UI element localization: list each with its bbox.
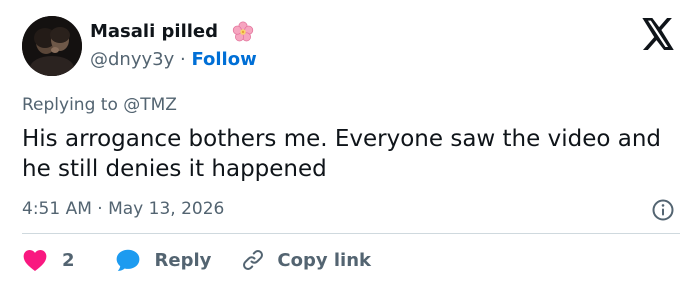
tweet-timestamp[interactable]: 4:51 AM · May 13, 2026 [22, 197, 224, 221]
action-bar: 2 Reply Copy link [22, 246, 371, 274]
like-button[interactable]: 2 [22, 248, 75, 272]
heart-icon [23, 250, 47, 272]
reply-button[interactable]: Reply [115, 248, 212, 272]
tweet-card: Masali pilled @dnyy3y · Follow Replying … [0, 0, 700, 287]
avatar[interactable] [22, 16, 82, 76]
link-icon [243, 250, 264, 270]
follow-button[interactable]: Follow [191, 49, 256, 70]
copy-link-button[interactable]: Copy link [241, 248, 371, 272]
like-count: 2 [62, 249, 75, 271]
cherry-blossom-icon [232, 21, 254, 42]
reply-context: Replying to @TMZ [22, 93, 177, 117]
x-logo-icon[interactable] [640, 18, 676, 50]
divider [22, 233, 680, 234]
avatar-photo [22, 16, 82, 76]
speech-bubble-icon [116, 249, 139, 271]
reply-label: Reply [154, 249, 212, 271]
reply-context-prefix: Replying to [22, 95, 118, 115]
copy-link-label: Copy link [277, 249, 371, 271]
author-handle-row: @dnyy3y · Follow [90, 48, 257, 72]
handle-separator: · [179, 49, 186, 70]
info-icon[interactable] [651, 198, 675, 222]
author-handle[interactable]: @dnyy3y [90, 49, 174, 70]
tweet-text: His arrogance bothers me. Everyone saw t… [22, 126, 662, 182]
reply-context-mention[interactable]: @TMZ [123, 95, 177, 115]
author-display-name[interactable]: Masali pilled [90, 20, 218, 44]
